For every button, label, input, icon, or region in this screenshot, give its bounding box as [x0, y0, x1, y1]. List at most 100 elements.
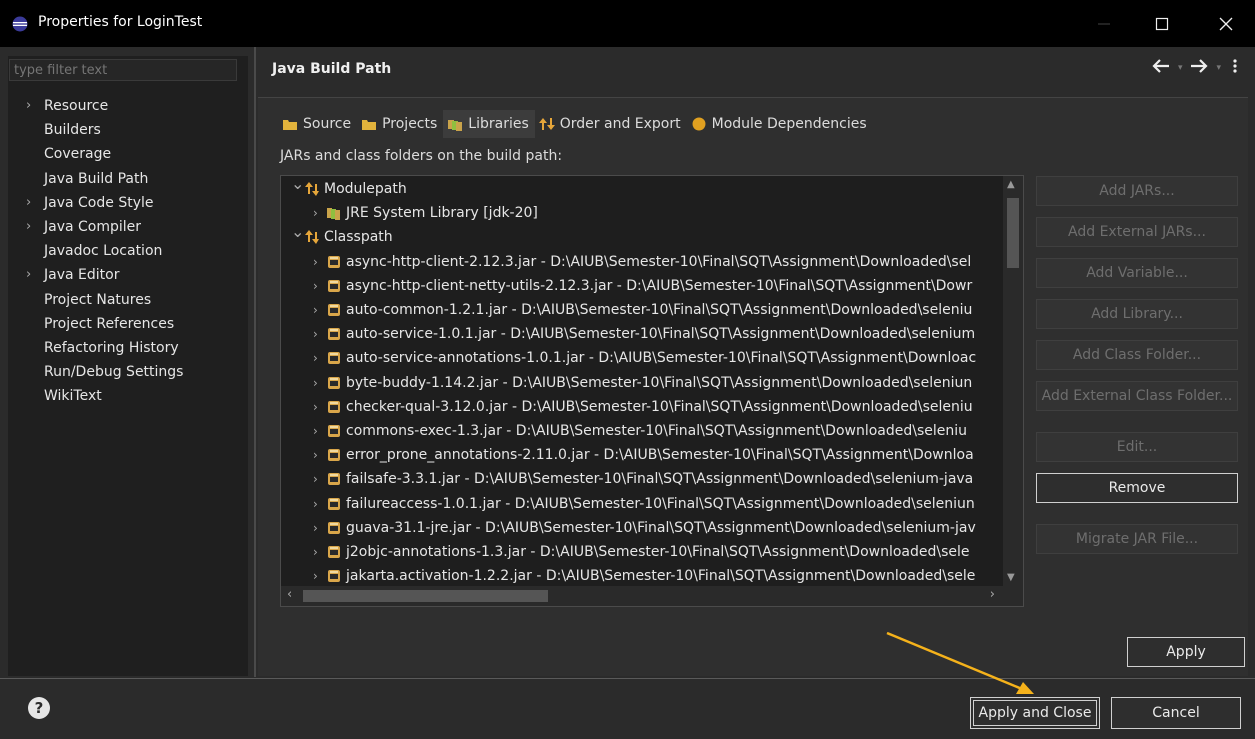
expand-chevron-icon[interactable]: › [26, 94, 31, 118]
add-library-button[interactable]: Add Library... [1036, 299, 1238, 329]
row-label: j2objc-annotations-1.3.jar - D:\AIUB\Sem… [346, 544, 970, 560]
tree-item-java-editor[interactable]: › Java Editor [12, 263, 244, 287]
expand-chevron-icon[interactable]: › [313, 516, 318, 540]
expand-chevron-icon[interactable]: › [26, 263, 31, 287]
row-label: failsafe-3.3.1.jar - D:\AIUB\Semester-10… [346, 471, 974, 488]
tab-projects[interactable]: Projects [357, 110, 443, 138]
expand-chevron-icon[interactable]: › [313, 346, 318, 370]
jar-icon [328, 328, 340, 341]
expand-chevron-icon[interactable]: › [313, 540, 318, 564]
scroll-left-icon[interactable]: ‹ [287, 587, 292, 602]
expand-chevron-icon[interactable]: › [313, 322, 318, 346]
libraries-tree[interactable]: ⌄ Modulepath › JRE System Library [jdk-20] ⌄… [280, 175, 1024, 607]
expand-chevron-icon[interactable]: › [26, 191, 31, 215]
scroll-right-icon[interactable]: › [990, 587, 995, 602]
apply-and-close-button[interactable]: Apply and Close [970, 697, 1100, 729]
jar-row[interactable]: › async-http-client-2.12.3.jar - D:\AIUB\… [281, 250, 1001, 274]
jar-row[interactable]: › checker-qual-3.12.0.jar - D:\AIUB\Semes… [281, 395, 1001, 419]
group-row[interactable]: ⌄ Modulepath [281, 176, 1001, 201]
back-dropdown-icon[interactable]: ▾ [1178, 63, 1183, 73]
section-label: JARs and class folders on the build path… [280, 148, 563, 164]
add-class-folder-button[interactable]: Add Class Folder... [1036, 340, 1238, 370]
tree-item-coverage[interactable]: Coverage [12, 142, 244, 166]
help-icon[interactable]: ? [28, 697, 50, 719]
collapse-chevron-icon[interactable]: ⌄ [291, 176, 304, 196]
apply-button[interactable]: Apply [1127, 637, 1245, 667]
add-jars-button[interactable]: Add JARs... [1036, 176, 1238, 206]
tree-item-java-compiler[interactable]: › Java Compiler [12, 215, 244, 239]
jar-row[interactable]: › auto-service-1.0.1.jar - D:\AIUB\Semest… [281, 322, 1001, 346]
expand-chevron-icon[interactable]: › [313, 564, 318, 586]
filter-input[interactable] [9, 59, 237, 81]
tab-bar: Source Projects Libraries Order and Export M… [278, 110, 873, 138]
add-external-class-folder-button[interactable]: Add External Class Folder... [1036, 381, 1238, 411]
scroll-up-icon[interactable]: ▲ [1007, 179, 1015, 190]
panel-splitter[interactable] [254, 47, 256, 677]
tree-item-project-references[interactable]: Project References [12, 312, 244, 336]
scroll-down-icon[interactable]: ▼ [1007, 572, 1015, 583]
expand-chevron-icon[interactable]: › [313, 298, 318, 322]
tree-item-wikitext[interactable]: WikiText [12, 384, 244, 408]
tree-item-java-build-path[interactable]: Java Build Path [12, 167, 244, 191]
expand-chevron-icon[interactable]: › [313, 443, 318, 467]
view-menu-icon[interactable] [1233, 59, 1237, 77]
expand-chevron-icon[interactable]: › [26, 215, 31, 239]
jar-row[interactable]: › error_prone_annotations-2.11.0.jar - D:… [281, 443, 1001, 467]
tab-libraries[interactable]: Libraries [443, 110, 535, 138]
horizontal-scrollbar[interactable]: ‹ › [281, 586, 1023, 606]
tree-item-builders[interactable]: Builders [12, 118, 244, 142]
group-row[interactable]: ⌄ Classpath [281, 222, 1001, 249]
maximize-icon [1155, 17, 1169, 31]
tab-module-dependencies[interactable]: Module Dependencies [687, 110, 873, 138]
tree-item-refactoring-history[interactable]: Refactoring History [12, 336, 244, 360]
vertical-scrollbar[interactable]: ▲ ▼ [1003, 176, 1023, 586]
jar-row[interactable]: › byte-buddy-1.14.2.jar - D:\AIUB\Semeste… [281, 371, 1001, 395]
expand-chevron-icon[interactable]: › [313, 201, 318, 225]
tree-item-run-debug-settings[interactable]: Run/Debug Settings [12, 360, 244, 384]
jar-row[interactable]: › failureaccess-1.0.1.jar - D:\AIUB\Semes… [281, 492, 1001, 516]
tree-item-java-code-style[interactable]: › Java Code Style [12, 191, 244, 215]
expand-chevron-icon[interactable]: › [313, 371, 318, 395]
minimize-button[interactable] [1090, 10, 1118, 38]
jar-row[interactable]: › auto-common-1.2.1.jar - D:\AIUB\Semeste… [281, 298, 1001, 322]
jar-row[interactable]: › async-http-client-netty-utils-2.12.3.ja… [281, 274, 1001, 298]
jar-row[interactable]: › failsafe-3.3.1.jar - D:\AIUB\Semester-1… [281, 467, 1001, 491]
edit-button[interactable]: Edit... [1036, 432, 1238, 462]
vertical-scroll-thumb[interactable] [1007, 198, 1019, 268]
add-variable-button[interactable]: Add Variable... [1036, 258, 1238, 288]
library-row[interactable]: › JRE System Library [jdk-20] [281, 201, 1001, 225]
expand-chevron-icon[interactable]: › [313, 467, 318, 491]
add-external-jars-button[interactable]: Add External JARs... [1036, 217, 1238, 247]
forward-dropdown-icon[interactable]: ▾ [1216, 63, 1221, 73]
collapse-chevron-icon[interactable]: ⌄ [291, 220, 304, 244]
remove-button[interactable]: Remove [1036, 473, 1238, 503]
close-button[interactable] [1212, 10, 1240, 38]
jar-row[interactable]: › guava-31.1-jre.jar - D:\AIUB\Semester-1… [281, 516, 1001, 540]
maximize-button[interactable] [1148, 10, 1176, 38]
expand-chevron-icon[interactable]: › [313, 250, 318, 274]
expand-chevron-icon[interactable]: › [313, 274, 318, 298]
tree-item-project-natures[interactable]: Project Natures [12, 288, 244, 312]
jar-row[interactable]: › commons-exec-1.3.jar - D:\AIUB\Semester… [281, 419, 1001, 443]
tree-item-javadoc-location[interactable]: Javadoc Location [12, 239, 244, 263]
expand-chevron-icon[interactable]: › [313, 492, 318, 516]
row-label: Modulepath [324, 181, 407, 197]
jar-icon [328, 425, 340, 437]
tab-source[interactable]: Source [278, 110, 357, 138]
jar-row[interactable]: › auto-service-annotations-1.0.1.jar - D:… [281, 346, 1001, 370]
jar-row[interactable]: › jakarta.activation-1.2.2.jar - D:\AIUB\… [281, 564, 1001, 586]
cancel-button[interactable]: Cancel [1111, 697, 1241, 729]
horizontal-scroll-thumb[interactable] [303, 590, 548, 602]
jar-row[interactable]: › j2objc-annotations-1.3.jar - D:\AIUB\Se… [281, 540, 1001, 564]
forward-icon[interactable] [1190, 59, 1209, 77]
tab-order-and-export[interactable]: Order and Export [535, 110, 687, 138]
tab-label: Source [303, 116, 352, 132]
row-label: auto-service-annotations-1.0.1.jar - D:\… [346, 350, 977, 367]
jar-icon [328, 497, 340, 510]
tree-item-resource[interactable]: › Resource [12, 94, 244, 118]
expand-chevron-icon[interactable]: › [313, 419, 318, 443]
migrate-jar-file-button[interactable]: Migrate JAR File... [1036, 524, 1238, 554]
expand-chevron-icon[interactable]: › [313, 395, 318, 419]
back-icon[interactable] [1152, 59, 1170, 77]
tree-item-label: Java Editor [44, 267, 120, 284]
